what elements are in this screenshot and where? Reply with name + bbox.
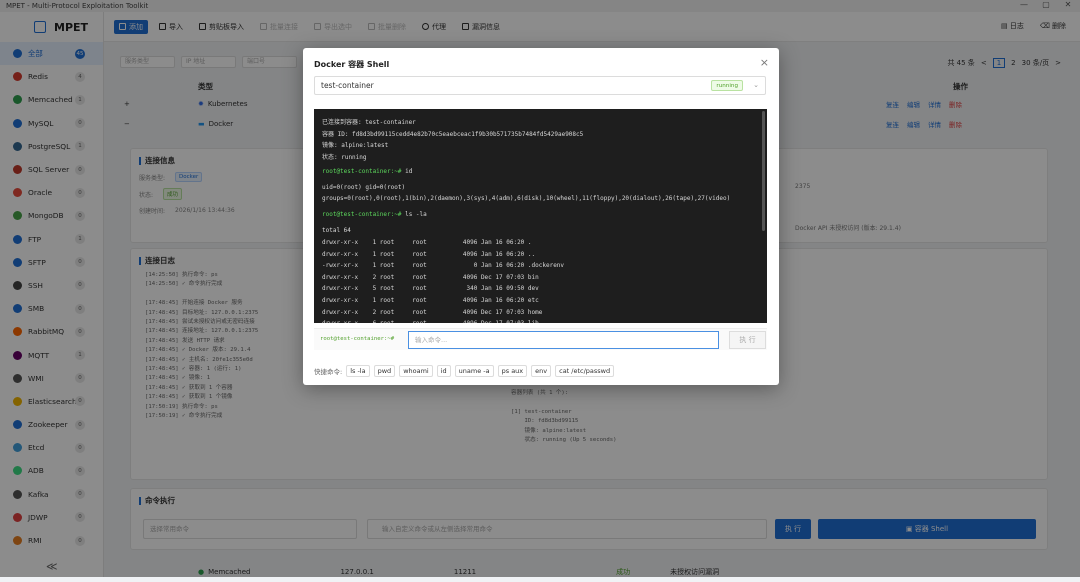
quick-command-button[interactable]: cat /etc/passwd [555, 365, 615, 377]
container-name: test-container [321, 81, 374, 90]
quick-command-button[interactable]: pwd [373, 365, 396, 377]
quick-command-button[interactable]: id [436, 365, 451, 377]
terminal-text: drwxr-xr-x 1 root root 4096 Jan 16 06:20… [322, 239, 532, 246]
terminal-text: total 64 [322, 227, 351, 235]
terminal-scrollbar[interactable] [762, 111, 765, 231]
quick-command-button[interactable]: ls -la [346, 365, 370, 377]
quick-command-button[interactable]: ps aux [497, 365, 528, 377]
shell-command-input[interactable]: 输入命令... [408, 331, 719, 349]
terminal-command: ls -la [405, 211, 427, 219]
terminal-line: drwxr-xr-x 2 root root 4096 Dec 17 07:03… [322, 309, 542, 316]
terminal-output: 已连接到容器: test-container 容器 ID: fd8d3bd9911… [314, 109, 767, 323]
terminal-line: -rwxr-xr-x 1 root root 0 Jan 16 06:20 .d… [322, 262, 564, 269]
docker-shell-dialog: Docker 容器 Shell × test-container running… [303, 48, 779, 385]
terminal-line: drwxr-xr-x 5 root root 340 Jan 16 09:50 … [322, 285, 539, 292]
running-status-badge: running [711, 80, 743, 91]
terminal-line: drwxr-xr-x 1 root root 4096 Jan 16 06:20… [322, 297, 539, 304]
terminal-line: uid=0(root) gid=0(root) [322, 184, 405, 191]
quick-command-button[interactable]: uname -a [454, 365, 494, 377]
terminal-line: drwxr-xr-x 1 root root 4096 Jan 16 06:20… [322, 239, 532, 246]
terminal-command: id [405, 167, 413, 175]
terminal-line: drwxr-xr-x 1 root root 4096 Jan 16 06:20… [322, 251, 535, 258]
terminal-text: 容器 ID: fd8d3bd99115cedd4e82b70c5eaebceac… [322, 130, 584, 138]
terminal-line: drwxr-xr-x 2 root root 4096 Dec 17 07:03… [322, 274, 539, 281]
quick-command-button[interactable]: env [531, 365, 552, 377]
terminal-line: 状态: running [322, 152, 367, 161]
terminal-text: root@test-container:~# [322, 211, 406, 219]
terminal-text: root@test-container:~# [322, 167, 406, 175]
terminal-text: 已连接到容器: test-container [322, 119, 416, 126]
terminal-text: uid=0(root) gid=0(root) [322, 183, 406, 191]
terminal-line: 容器 ID: fd8d3bd99115cedd4e82b70c5eaebceac… [322, 129, 583, 138]
terminal-text: drwxr-xr-x 2 root root 4096 Dec 17 07:03… [322, 273, 539, 281]
terminal-line: drwxr-xr-x 6 root root 4096 Dec 17 07:03… [322, 320, 539, 323]
chevron-down-icon: ⌄ [753, 81, 759, 89]
terminal-line: groups=0(root),0(root),1(bin),2(daemon),… [322, 195, 730, 202]
terminal-text: drwxr-xr-x 1 root root 4096 Jan 16 06:20… [322, 250, 536, 258]
container-select[interactable]: test-container running ⌄ [314, 76, 766, 95]
terminal-text: drwxr-xr-x 2 root root 4096 Dec 17 07:03… [322, 308, 543, 316]
terminal-text: drwxr-xr-x 6 root root 4096 Dec 17 07:03… [322, 320, 539, 323]
terminal-text: 镜像: alpine:latest [322, 142, 389, 150]
close-icon[interactable]: × [760, 56, 769, 69]
shell-prompt: root@test-container:~# [320, 336, 395, 342]
dialog-title: Docker 容器 Shell [314, 60, 390, 69]
terminal-prompt-line: root@test-container:~# ls -la [322, 211, 427, 218]
terminal-line: 已连接到容器: test-container [322, 117, 416, 126]
terminal-line: 镜像: alpine:latest [322, 140, 388, 149]
quick-commands-label: 快捷命令: [314, 368, 343, 376]
shell-execute-button[interactable]: 执 行 [729, 331, 766, 349]
quick-commands: 快捷命令: ls -la pwd whoami id uname -a ps aux env… [314, 365, 615, 377]
terminal-line: total 64 [322, 227, 351, 234]
quick-command-button[interactable]: whoami [399, 365, 433, 377]
terminal-text: drwxr-xr-x 1 root root 4096 Jan 16 06:20… [322, 297, 539, 304]
terminal-text: groups=0(root),0(root),1(bin),2(daemon),… [322, 195, 731, 203]
terminal-input-row: root@test-container:~# 输入命令... 执 行 [314, 328, 767, 350]
terminal-text: 状态: running [322, 153, 367, 161]
terminal-text: drwxr-xr-x 5 root root 340 Jan 16 09:50 … [322, 285, 539, 293]
terminal-prompt-line: root@test-container:~# id [322, 168, 412, 175]
terminal-text: -rwxr-xr-x 1 root root 0 Jan 16 06:20 .d… [322, 262, 565, 270]
